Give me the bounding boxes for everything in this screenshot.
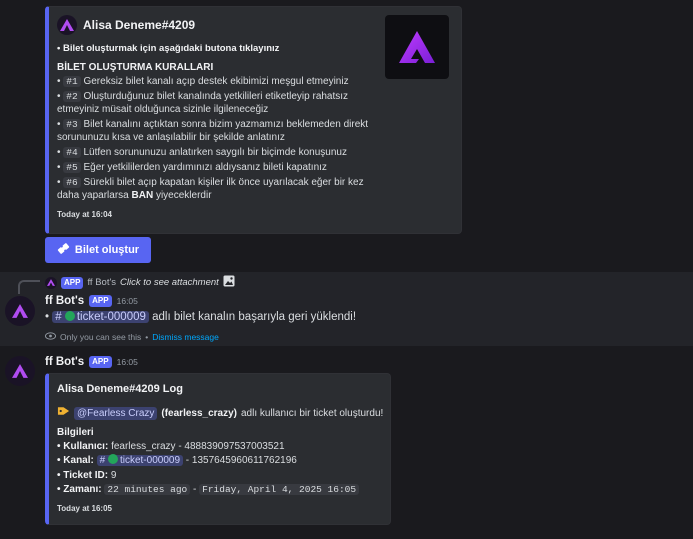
rules-embed: Alisa Deneme#4209 • Bilet oluşturmak içi… [45,6,462,234]
mention-username: (fearless_crazy) [161,407,237,419]
ticket-icon [57,242,70,258]
eye-icon [45,332,56,342]
ephemeral-note: Only you can see this • Dismiss message [45,332,219,342]
embed-title: Alisa Deneme#4209 Log [57,383,183,395]
reply-text[interactable]: Click to see attachment [120,277,219,288]
embed-footer-timestamp: Today at 16:05 [57,504,112,513]
reply-preview[interactable]: APP ff Bot's Click to see attachment [45,275,235,290]
app-badge: APP [89,295,112,307]
message-header: ff Bot's APP 16:05 [45,356,138,368]
user-mention[interactable]: @Fearless Crazy [74,406,158,420]
embed-thumbnail[interactable] [385,15,449,79]
log-line-text: adlı kullanıcı bir ticket oluşturdu! [241,407,384,419]
image-icon [223,275,235,290]
rule-item: • #6 Sürekli bilet açıp kapatan kişiler … [57,177,364,201]
rules-title: BİLET OLUŞTURMA KURALLARI [57,62,214,73]
rules-list: • #1 Gereksiz bilet kanalı açıp destek e… [57,75,377,202]
rule-item: • #1 Gereksiz bilet kanalı açıp destek e… [57,76,349,87]
embed-intro: • Bilet oluşturmak için aşağıdaki butona… [57,43,280,54]
log-line: @Fearless Crazy (fearless_crazy) adlı ku… [57,405,383,421]
create-ticket-button[interactable]: Bilet oluştur [45,237,151,263]
rule-item: • #3 Bilet kanalını açtıktan sonra bizim… [57,119,369,143]
embed-footer-timestamp: Today at 16:04 [57,210,112,219]
rule-item: • #4 Lütfen sorununuzu anlatırken saygıl… [57,147,347,158]
avatar[interactable] [5,296,35,326]
app-badge: APP [89,356,112,368]
message-content: • # ticket-000009 adlı bilet kanalın baş… [45,311,357,323]
log-embed: Alisa Deneme#4209 Log @Fearless Crazy (f… [45,373,391,525]
brand-logo-icon [57,15,77,35]
rule-item: • #5 Eğer yetkililerden yardımınızı aldı… [57,162,327,173]
relative-time[interactable]: 22 minutes ago [104,484,191,495]
timestamp[interactable]: 16:05 [117,296,138,306]
username[interactable]: ff Bot's [45,295,84,307]
channel-mention[interactable]: # ticket-000009 [96,454,184,466]
info-user: • Kullanıcı: fearless_crazy - 4888390975… [57,441,285,452]
info-ticket-id: • Ticket ID: 9 [57,470,117,481]
label-tag-icon [57,405,70,421]
info-time: • Zamanı: 22 minutes ago - Friday, April… [57,483,360,496]
reply-app-badge: APP [61,276,84,289]
reply-connector [18,280,40,294]
ephemeral-text: Only you can see this [60,332,142,342]
embed-author-name[interactable]: Alisa Deneme#4209 [83,18,195,32]
info-title: Bilgileri [57,427,94,438]
dismiss-message-link[interactable]: Dismiss message [152,332,219,342]
rule-item: • #2 Oluşturduğunuz bilet kanalında yetk… [57,91,349,115]
embed-author: Alisa Deneme#4209 [57,15,195,35]
status-dot-icon [107,454,118,464]
info-channel: • Kanal: # ticket-000009 - 1357645960611… [57,454,297,466]
create-ticket-label: Bilet oluştur [74,244,140,256]
absolute-time[interactable]: Friday, April 4, 2025 16:05 [199,484,360,495]
message-text: adlı bilet kanalın başarıyla geri yüklen… [152,311,357,323]
status-dot-icon [64,311,75,321]
channel-mention[interactable]: # ticket-000009 [52,311,149,323]
username[interactable]: ff Bot's [45,356,84,368]
reply-username[interactable]: ff Bot's [87,277,116,288]
message-header: ff Bot's APP 16:05 [45,295,138,307]
avatar[interactable] [5,356,35,386]
timestamp[interactable]: 16:05 [117,357,138,367]
reply-avatar [45,276,57,289]
